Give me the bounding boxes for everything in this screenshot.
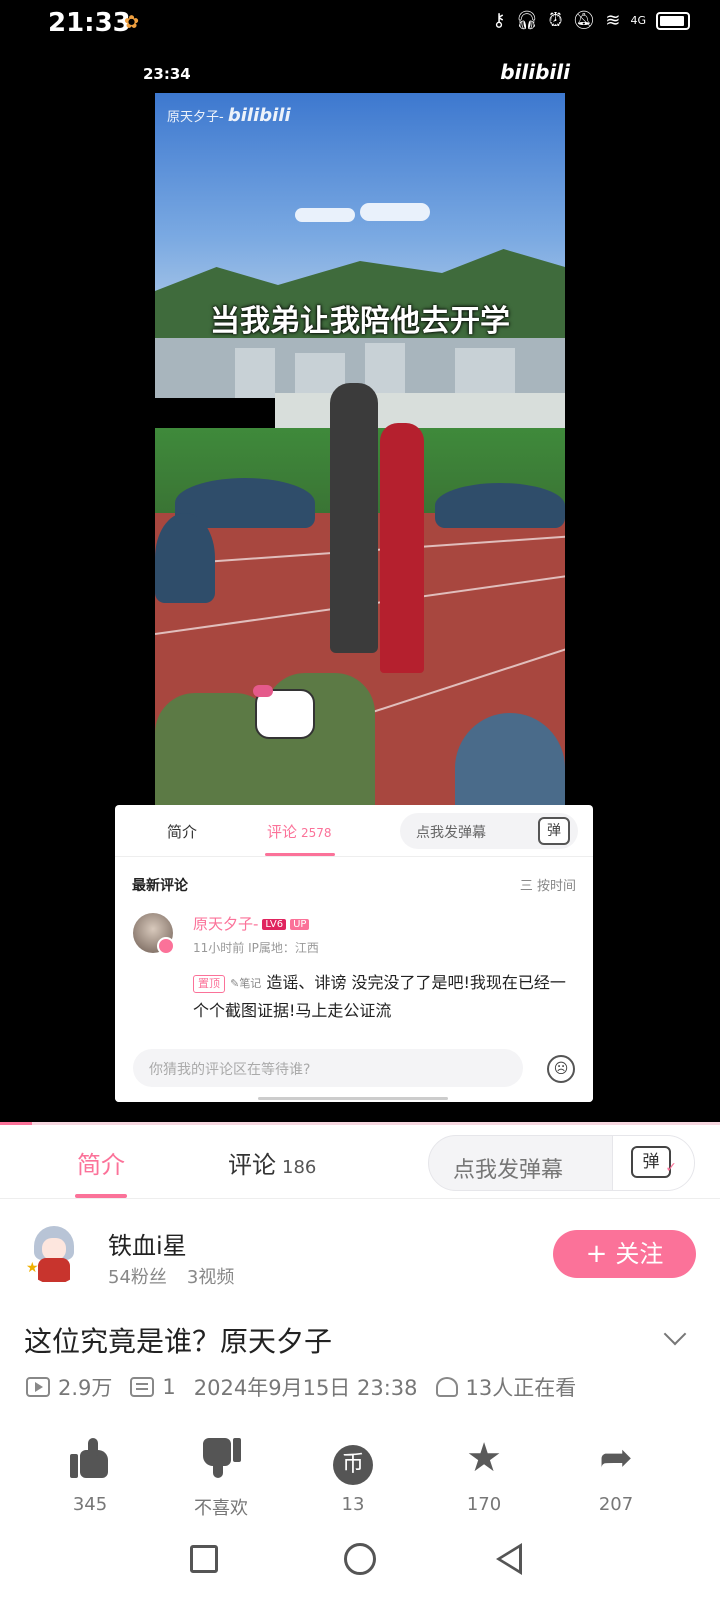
watching-count: 13人正在看	[465, 1376, 577, 1400]
embedded-tab-intro: 简介	[167, 823, 198, 841]
video-frame: 原天夕子- bilibili 当我弟让我陪他去开学	[155, 93, 565, 823]
tab-intro[interactable]: 简介	[77, 1145, 125, 1180]
mute-icon: 🔕︎	[572, 10, 596, 31]
uploader-name[interactable]: 铁血i星	[108, 1226, 187, 1261]
embedded-comment-meta: 11小时前 IP属地：江西	[193, 941, 319, 955]
cloud	[295, 208, 355, 222]
danmaku-toggle-button[interactable]: 弹	[612, 1136, 694, 1190]
like-icon	[40, 1434, 140, 1482]
cosplayer	[380, 423, 424, 673]
seated-students	[435, 483, 565, 528]
home-button[interactable]	[344, 1543, 376, 1575]
stadium-stands	[275, 393, 565, 433]
coin-count: 13	[341, 1494, 365, 1515]
share-count: 207	[598, 1494, 634, 1515]
system-nav-bar	[0, 1530, 720, 1600]
favorite-count: 170	[466, 1494, 502, 1515]
like-count: 345	[72, 1494, 108, 1515]
cloud	[360, 203, 430, 221]
favorite-button[interactable]: ★ 170	[434, 1434, 534, 1515]
embedded-comment-avatar	[133, 913, 175, 955]
wifi-icon: ≋	[605, 10, 621, 31]
play-count-icon	[26, 1377, 50, 1397]
detail-tabs: 简介 评论 186 点我发弹幕 弹	[0, 1125, 720, 1199]
like-button[interactable]: 345	[40, 1434, 140, 1515]
alarm-icon: ⏰︎	[548, 10, 563, 31]
publish-date: 2024年9月15日 23:38	[193, 1376, 418, 1400]
danmaku-input[interactable]: 点我发弹幕 弹	[428, 1135, 695, 1191]
embedded-comment-username: 原天夕子- LV6 UP	[193, 913, 310, 934]
embedded-tab-underline	[265, 853, 335, 856]
note-icon: ✎笔记	[230, 977, 262, 990]
share-icon: ➦	[599, 1435, 633, 1481]
danmaku-placeholder: 点我发弹幕	[453, 1158, 564, 1183]
chevron-down-icon[interactable]	[663, 1322, 687, 1346]
embedded-home-bar	[258, 1097, 448, 1100]
uploader-fans: 54粉丝	[108, 1267, 167, 1288]
video-inner-logo: bilibili	[500, 60, 570, 84]
emoji-icon: ☹	[547, 1055, 575, 1083]
plus-icon: +	[585, 1239, 608, 1269]
status-time: 21:33	[48, 8, 131, 38]
back-button[interactable]	[496, 1543, 522, 1575]
avatar-dress	[38, 1258, 70, 1282]
coin-button[interactable]: 币 13	[303, 1434, 403, 1515]
star-icon: ★	[26, 1260, 39, 1276]
uploader-videos: 3视频	[186, 1267, 235, 1288]
video-title: 这位究竟是谁？原天夕子	[24, 1325, 333, 1358]
rabbit-notification-icon: ✿	[124, 12, 140, 33]
key-icon: ⚷	[492, 10, 506, 31]
uploader-stats: 54粉丝 3视频	[108, 1263, 234, 1289]
video-meta-row: 2.9万 1 2024年9月15日 23:38 13人正在看	[26, 1372, 576, 1402]
headphones-icon: 🎧︎	[515, 10, 539, 31]
viewers-icon	[435, 1377, 458, 1397]
status-icons: ⚷ 🎧︎ ⏰︎ 🔕︎ ≋ 4G	[492, 10, 690, 31]
battery-icon	[656, 11, 690, 30]
embedded-comment-input: 你猜我的评论区在等待谁?	[133, 1049, 523, 1087]
sticker-cover	[253, 685, 315, 739]
seated-students	[155, 513, 215, 603]
status-bar: 21:33 ✿ ⚷ 🎧︎ ⏰︎ 🔕︎ ≋ 4G	[0, 0, 720, 50]
favorite-icon: ★	[466, 1435, 502, 1481]
video-subtitle: 当我弟让我陪他去开学	[210, 304, 510, 339]
embedded-tab-comments: 评论 2578	[267, 823, 332, 841]
embedded-sort-label: 三 按时间	[519, 879, 576, 894]
avatar-face	[42, 1238, 66, 1260]
recent-apps-button[interactable]	[190, 1545, 218, 1573]
dislike-label: 不喜欢	[194, 1498, 248, 1519]
share-button[interactable]: ➦ 207	[566, 1434, 666, 1515]
embedded-comment-text: 置顶 ✎笔记 造谣、诽谤 没完没了了是吧!我现在已经一个个截图证据!马上走公证流	[193, 973, 566, 1020]
embedded-latest-label: 最新评论	[132, 878, 188, 894]
4g-signal-icon: 4G	[630, 14, 646, 27]
embedded-tabs: 简介 评论 2578 点我发弹幕 弹	[115, 805, 593, 857]
video-player[interactable]: 23:34 bilibili 原天夕子- bilibili 当我弟让我陪他去开学	[0, 50, 720, 1124]
video-inner-time: 23:34	[143, 65, 191, 83]
danmaku-icon: 弹	[631, 1146, 677, 1182]
danmaku-count: 1	[162, 1375, 176, 1399]
follow-button[interactable]: + 关注	[553, 1230, 696, 1278]
uploader-avatar[interactable]: ★	[22, 1220, 86, 1284]
embedded-comment-screenshot: 简介 评论 2578 点我发弹幕 弹 最新评论 三 按时间 原天夕子- LV6 UP …	[115, 805, 593, 1102]
tab-underline	[75, 1194, 127, 1198]
video-watermark: 原天夕子- bilibili	[167, 105, 291, 126]
coin-icon: 币	[303, 1434, 403, 1485]
tab-comments[interactable]: 评论 186	[228, 1145, 316, 1180]
action-bar: 345 不喜欢 币 13 ★ 170 ➦ 207	[0, 1434, 720, 1530]
walking-man	[330, 383, 378, 653]
view-count: 2.9万	[58, 1376, 113, 1400]
dislike-button[interactable]: 不喜欢	[171, 1434, 271, 1520]
embedded-danmaku-box: 点我发弹幕 弹	[400, 813, 578, 849]
danmaku-count-icon	[130, 1377, 155, 1397]
dislike-icon	[171, 1434, 271, 1482]
embedded-danmaku-icon: 弹	[538, 817, 570, 845]
